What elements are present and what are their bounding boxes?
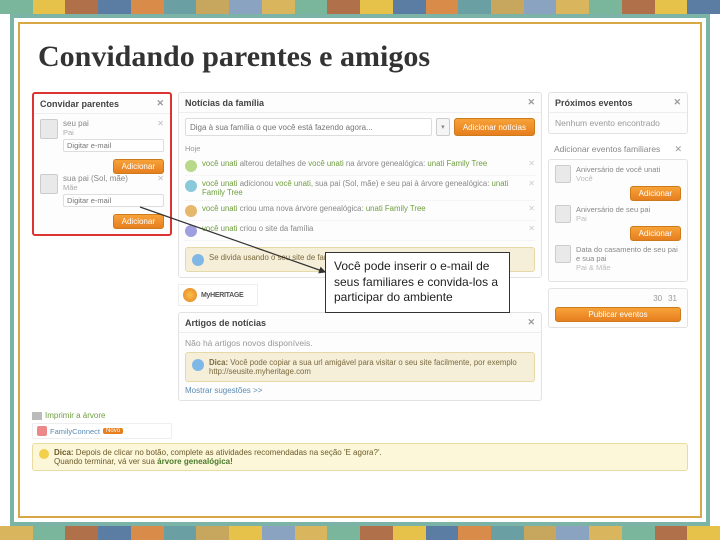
event-item: Aniversário de seu paiPai Adicionar: [555, 205, 681, 241]
event-item: Data do casamento de seu pai e sua paiPa…: [555, 245, 681, 272]
event-title: Aniversário de seu pai: [576, 205, 681, 214]
close-icon[interactable]: ✕: [524, 224, 535, 237]
invite-parents-panel: Convidar parentes ✕ seu paiPai✕Adicionar…: [32, 92, 172, 236]
today-label: Hoje: [185, 144, 535, 153]
event-subtitle: Você: [576, 174, 681, 183]
add-invite-button[interactable]: Adicionar: [113, 214, 164, 229]
calendar-day[interactable]: 30: [653, 294, 662, 303]
close-icon[interactable]: ✕: [157, 174, 164, 183]
invite-heading: Convidar parentes: [40, 99, 119, 109]
upcoming-events-panel: Próximos eventos ✕ Nenhum evento encontr…: [548, 92, 688, 134]
feed-item: você unati adicionou você unati, sua pai…: [185, 176, 535, 201]
feed-icon: [185, 205, 197, 217]
feed-icon: [185, 180, 197, 192]
add-invite-button[interactable]: Adicionar: [113, 159, 164, 174]
invite-email-input[interactable]: [63, 139, 164, 152]
globe-icon: [192, 359, 204, 371]
add-news-button[interactable]: Adicionar notícias: [454, 118, 535, 136]
invite-person: sua pai (Sol, mãe)Mãe✕: [40, 174, 164, 207]
printer-icon: [32, 412, 42, 420]
show-suggestions-link[interactable]: Mostrar sugestões >>: [185, 386, 535, 395]
close-icon[interactable]: ✕: [157, 119, 164, 128]
add-family-events-heading: Adicionar eventos familiares ✕: [548, 140, 688, 159]
feed-item: você unati alterou detalhes de você unat…: [185, 156, 535, 176]
myheritage-logo: MyHERITAGE: [178, 284, 258, 306]
new-badge: Novo: [103, 428, 123, 434]
articles-empty: Não há artigos novos disponíveis.: [185, 338, 535, 348]
lightbulb-icon: [39, 449, 49, 459]
collapse-icon[interactable]: ✕: [527, 317, 535, 328]
tip-banner: Dica: Depois de clicar no botão, complet…: [32, 443, 688, 471]
person-name: seu pai: [63, 119, 164, 128]
globe-icon: [192, 254, 204, 266]
close-icon[interactable]: ✕: [524, 159, 535, 172]
calendar-panel: 30 31 Publicar eventos: [548, 288, 688, 328]
news-status-input[interactable]: [185, 118, 432, 136]
publish-events-button[interactable]: Publicar eventos: [555, 307, 681, 322]
slide-title: Convidando parentes e amigos: [38, 40, 688, 74]
add-event-button[interactable]: Adicionar: [630, 226, 681, 241]
collapse-icon[interactable]: ✕: [156, 98, 164, 109]
avatar: [555, 245, 571, 263]
event-title: Aniversário de você unati: [576, 165, 681, 174]
avatar: [555, 205, 571, 223]
add-events-panel: Aniversário de você unatiVocêAdicionarAn…: [548, 159, 688, 282]
attach-dropdown[interactable]: ▾: [436, 118, 450, 136]
event-item: Aniversário de você unatiVocê Adicionar: [555, 165, 681, 201]
news-heading: Notícias da família: [185, 98, 264, 108]
familyconnect-box[interactable]: FamilyConnect Novo: [32, 423, 172, 439]
avatar: [40, 119, 58, 139]
person-role: Mãe: [63, 183, 164, 192]
invite-email-input[interactable]: [63, 194, 164, 207]
print-tree-link[interactable]: Imprimir a árvore: [32, 411, 172, 420]
family-news-panel: Notícias da família ✕ ▾ Adicionar notíci…: [178, 92, 542, 278]
event-subtitle: Pai & Mãe: [576, 263, 681, 272]
close-icon[interactable]: ✕: [524, 179, 535, 197]
person-name: sua pai (Sol, mãe): [63, 174, 164, 183]
calendar-day[interactable]: 31: [668, 294, 677, 303]
no-events: Nenhum evento encontrado: [549, 113, 687, 133]
collapse-icon[interactable]: ✕: [673, 97, 681, 108]
articles-panel: Artigos de notícias ✕ Não há artigos nov…: [178, 312, 542, 401]
avatar: [555, 165, 571, 183]
avatar: [40, 174, 58, 194]
event-title: Data do casamento de seu pai e sua pai: [576, 245, 681, 263]
feed-item: você unati criou o site da família✕: [185, 221, 535, 241]
url-tip: Dica: Você pode copiar a sua url amigáve…: [185, 352, 535, 382]
feed-item: você unati criou uma nova árvore genealó…: [185, 201, 535, 221]
invite-person: seu paiPai✕: [40, 119, 164, 152]
sun-icon: [183, 288, 197, 302]
person-role: Pai: [63, 128, 164, 137]
event-subtitle: Pai: [576, 214, 681, 223]
collapse-icon[interactable]: ✕: [674, 144, 682, 155]
familyconnect-icon: [37, 426, 47, 436]
articles-heading: Artigos de notícias: [185, 318, 266, 328]
feed-icon: [185, 225, 197, 237]
events-heading: Próximos eventos: [555, 98, 633, 108]
collapse-icon[interactable]: ✕: [527, 97, 535, 108]
close-icon[interactable]: ✕: [524, 204, 535, 217]
add-event-button[interactable]: Adicionar: [630, 186, 681, 201]
annotation-callout: Você pode inserir o e-mail de seus famil…: [325, 252, 510, 313]
feed-icon: [185, 160, 197, 172]
